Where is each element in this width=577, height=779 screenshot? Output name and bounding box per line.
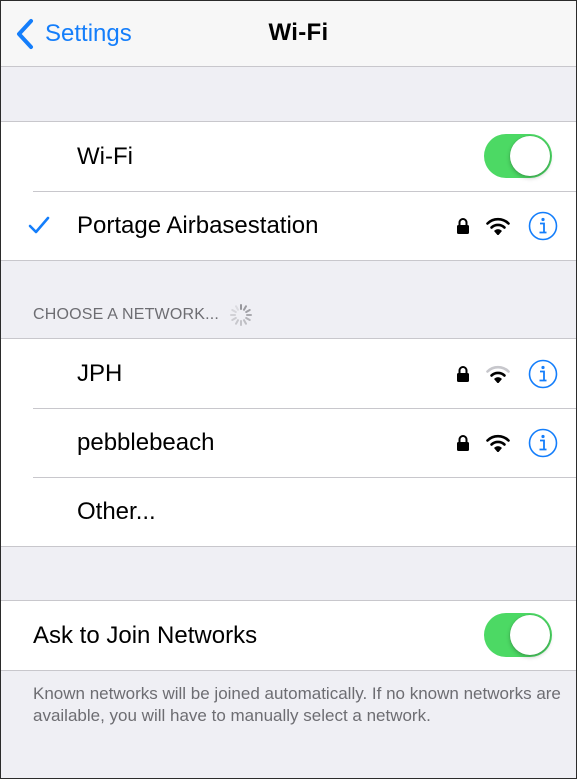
toggle-knob [510,136,550,176]
network-row-pebblebeach[interactable]: pebblebeach [1,408,576,477]
network-accessories [456,191,558,260]
ask-to-join-label: Ask to Join Networks [33,621,258,649]
choose-network-header-label: CHOOSE A NETWORK... [33,306,220,323]
network-name: JPH [77,359,123,387]
ask-to-join-toggle[interactable] [484,613,552,657]
wifi-toggle[interactable] [484,134,552,178]
network-list: JPH pebblebeach Other... [1,338,576,547]
navigation-bar: Settings Wi-Fi [1,1,576,67]
wifi-icon [486,365,510,383]
network-row-jph[interactable]: JPH [1,339,576,408]
other-network-row[interactable]: Other... [1,477,576,546]
spinner-icon [230,304,253,326]
wifi-toggle-label: Wi-Fi [77,142,133,170]
other-network-label: Other... [77,497,156,525]
page-title: Wi-Fi [268,19,329,46]
wifi-icon [486,434,510,452]
lock-icon [457,365,469,382]
connected-network-name: Portage Airbasestation [77,211,319,239]
wifi-icon [486,217,510,235]
ask-to-join-row: Ask to Join Networks [1,601,576,670]
lock-icon [457,217,469,234]
network-accessories [456,339,558,408]
info-icon[interactable] [528,428,558,458]
connected-network-row[interactable]: Portage Airbasestation [1,191,576,260]
checkmark-icon [28,216,50,234]
lock-icon [457,434,469,451]
wifi-group: Wi-Fi Portage Airbasestation [1,121,576,261]
toggle-knob [510,615,550,655]
info-icon[interactable] [528,359,558,389]
info-icon[interactable] [528,211,558,241]
network-accessories [456,408,558,477]
ask-to-join-group: Ask to Join Networks [1,600,576,671]
network-name: pebblebeach [77,428,215,456]
ask-to-join-footer: Known networks will be joined automatica… [33,684,561,725]
choose-network-header: CHOOSE A NETWORK... [33,303,253,327]
wifi-toggle-row: Wi-Fi [1,122,576,191]
